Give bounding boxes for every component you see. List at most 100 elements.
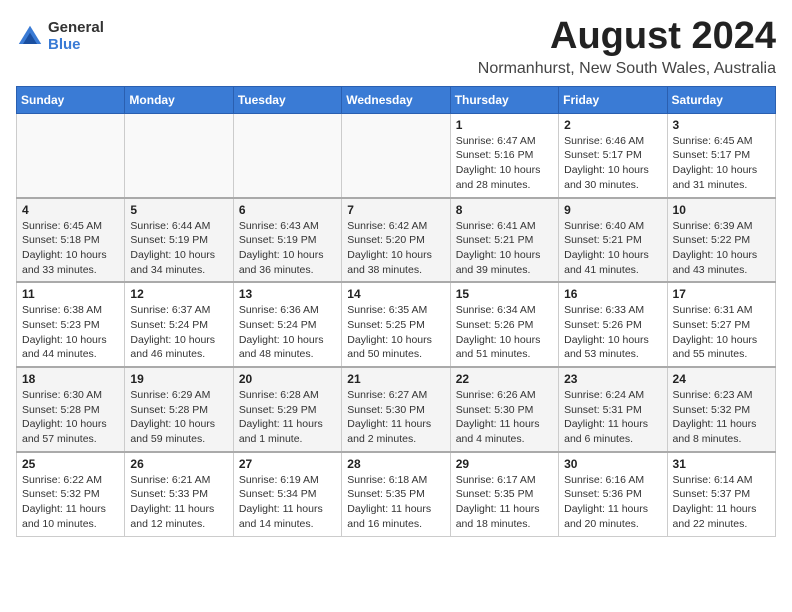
- day-number: 16: [564, 287, 661, 301]
- day-info: Sunrise: 6:16 AMSunset: 5:36 PMDaylight:…: [564, 473, 661, 532]
- day-number: 5: [130, 203, 227, 217]
- column-header-friday: Friday: [559, 86, 667, 113]
- calendar-day-cell: 1 Sunrise: 6:47 AMSunset: 5:16 PMDaylight…: [450, 113, 558, 197]
- day-number: 27: [239, 457, 336, 471]
- column-header-tuesday: Tuesday: [233, 86, 341, 113]
- day-info: Sunrise: 6:33 AMSunset: 5:26 PMDaylight:…: [564, 303, 661, 362]
- day-info: Sunrise: 6:19 AMSunset: 5:34 PMDaylight:…: [239, 473, 336, 532]
- calendar-day-cell: [233, 113, 341, 197]
- day-number: 29: [456, 457, 553, 471]
- logo: General Blue: [16, 20, 104, 53]
- logo-general-text: General: [48, 20, 104, 37]
- calendar-header-row: SundayMondayTuesdayWednesdayThursdayFrid…: [17, 86, 776, 113]
- day-number: 22: [456, 372, 553, 386]
- day-info: Sunrise: 6:18 AMSunset: 5:35 PMDaylight:…: [347, 473, 444, 532]
- day-info: Sunrise: 6:36 AMSunset: 5:24 PMDaylight:…: [239, 303, 336, 362]
- column-header-wednesday: Wednesday: [342, 86, 450, 113]
- calendar-day-cell: 17 Sunrise: 6:31 AMSunset: 5:27 PMDayligh…: [667, 282, 775, 367]
- day-number: 3: [673, 118, 770, 132]
- day-number: 6: [239, 203, 336, 217]
- column-header-monday: Monday: [125, 86, 233, 113]
- day-info: Sunrise: 6:29 AMSunset: 5:28 PMDaylight:…: [130, 388, 227, 447]
- day-number: 15: [456, 287, 553, 301]
- title-block: August 2024 Normanhurst, New South Wales…: [478, 16, 776, 78]
- day-info: Sunrise: 6:38 AMSunset: 5:23 PMDaylight:…: [22, 303, 119, 362]
- calendar-week-row: 25 Sunrise: 6:22 AMSunset: 5:32 PMDayligh…: [17, 452, 776, 536]
- day-info: Sunrise: 6:45 AMSunset: 5:17 PMDaylight:…: [673, 134, 770, 193]
- calendar-day-cell: 8Sunrise: 6:41 AMSunset: 5:21 PMDaylight…: [450, 198, 558, 283]
- calendar-day-cell: 4Sunrise: 6:45 AMSunset: 5:18 PMDaylight…: [17, 198, 125, 283]
- day-number: 7: [347, 203, 444, 217]
- day-info: Sunrise: 6:26 AMSunset: 5:30 PMDaylight:…: [456, 388, 553, 447]
- day-number: 28: [347, 457, 444, 471]
- calendar-day-cell: [342, 113, 450, 197]
- calendar-day-cell: 9Sunrise: 6:40 AMSunset: 5:21 PMDaylight…: [559, 198, 667, 283]
- day-number: 18: [22, 372, 119, 386]
- day-number: 20: [239, 372, 336, 386]
- calendar-day-cell: [125, 113, 233, 197]
- day-info: Sunrise: 6:45 AMSunset: 5:18 PMDaylight:…: [22, 219, 119, 278]
- day-number: 21: [347, 372, 444, 386]
- calendar-day-cell: 23 Sunrise: 6:24 AMSunset: 5:31 PMDayligh…: [559, 367, 667, 452]
- day-number: 26: [130, 457, 227, 471]
- day-number: 2: [564, 118, 661, 132]
- day-number: 1: [456, 118, 553, 132]
- day-info: Sunrise: 6:43 AMSunset: 5:19 PMDaylight:…: [239, 219, 336, 278]
- day-info: Sunrise: 6:44 AMSunset: 5:19 PMDaylight:…: [130, 219, 227, 278]
- calendar-day-cell: 31 Sunrise: 6:14 AMSunset: 5:37 PMDayligh…: [667, 452, 775, 536]
- calendar-day-cell: 20 Sunrise: 6:28 AMSunset: 5:29 PMDayligh…: [233, 367, 341, 452]
- logo-text: General Blue: [48, 20, 104, 53]
- day-info: Sunrise: 6:21 AMSunset: 5:33 PMDaylight:…: [130, 473, 227, 532]
- day-number: 14: [347, 287, 444, 301]
- calendar-day-cell: 11Sunrise: 6:38 AMSunset: 5:23 PMDayligh…: [17, 282, 125, 367]
- day-number: 30: [564, 457, 661, 471]
- calendar-week-row: 18 Sunrise: 6:30 AMSunset: 5:28 PMDayligh…: [17, 367, 776, 452]
- calendar-day-cell: 30 Sunrise: 6:16 AMSunset: 5:36 PMDayligh…: [559, 452, 667, 536]
- calendar-day-cell: 19Sunrise: 6:29 AMSunset: 5:28 PMDayligh…: [125, 367, 233, 452]
- calendar-day-cell: 25 Sunrise: 6:22 AMSunset: 5:32 PMDayligh…: [17, 452, 125, 536]
- day-number: 24: [673, 372, 770, 386]
- day-info: Sunrise: 6:27 AMSunset: 5:30 PMDaylight:…: [347, 388, 444, 447]
- day-number: 23: [564, 372, 661, 386]
- main-title: August 2024: [478, 16, 776, 58]
- day-info: Sunrise: 6:41 AMSunset: 5:21 PMDaylight:…: [456, 219, 553, 278]
- day-info: Sunrise: 6:22 AMSunset: 5:32 PMDaylight:…: [22, 473, 119, 532]
- day-info: Sunrise: 6:40 AMSunset: 5:21 PMDaylight:…: [564, 219, 661, 278]
- calendar-day-cell: 3 Sunrise: 6:45 AMSunset: 5:17 PMDaylight…: [667, 113, 775, 197]
- day-info: Sunrise: 6:23 AMSunset: 5:32 PMDaylight:…: [673, 388, 770, 447]
- day-info: Sunrise: 6:31 AMSunset: 5:27 PMDaylight:…: [673, 303, 770, 362]
- calendar-day-cell: 28 Sunrise: 6:18 AMSunset: 5:35 PMDayligh…: [342, 452, 450, 536]
- day-info: Sunrise: 6:28 AMSunset: 5:29 PMDaylight:…: [239, 388, 336, 447]
- page-header: General Blue August 2024 Normanhurst, Ne…: [16, 16, 776, 78]
- logo-icon: [16, 23, 44, 51]
- calendar-day-cell: 15Sunrise: 6:34 AMSunset: 5:26 PMDayligh…: [450, 282, 558, 367]
- column-header-thursday: Thursday: [450, 86, 558, 113]
- column-header-sunday: Sunday: [17, 86, 125, 113]
- day-info: Sunrise: 6:35 AMSunset: 5:25 PMDaylight:…: [347, 303, 444, 362]
- calendar-day-cell: 22 Sunrise: 6:26 AMSunset: 5:30 PMDayligh…: [450, 367, 558, 452]
- day-number: 13: [239, 287, 336, 301]
- day-number: 25: [22, 457, 119, 471]
- day-number: 10: [673, 203, 770, 217]
- day-info: Sunrise: 6:24 AMSunset: 5:31 PMDaylight:…: [564, 388, 661, 447]
- calendar-day-cell: 24 Sunrise: 6:23 AMSunset: 5:32 PMDayligh…: [667, 367, 775, 452]
- day-info: Sunrise: 6:47 AMSunset: 5:16 PMDaylight:…: [456, 134, 553, 193]
- calendar-day-cell: 26 Sunrise: 6:21 AMSunset: 5:33 PMDayligh…: [125, 452, 233, 536]
- day-number: 31: [673, 457, 770, 471]
- day-info: Sunrise: 6:39 AMSunset: 5:22 PMDaylight:…: [673, 219, 770, 278]
- day-info: Sunrise: 6:14 AMSunset: 5:37 PMDaylight:…: [673, 473, 770, 532]
- day-number: 12: [130, 287, 227, 301]
- calendar-day-cell: 14 Sunrise: 6:35 AMSunset: 5:25 PMDayligh…: [342, 282, 450, 367]
- day-info: Sunrise: 6:30 AMSunset: 5:28 PMDaylight:…: [22, 388, 119, 447]
- calendar-day-cell: [17, 113, 125, 197]
- calendar-table: SundayMondayTuesdayWednesdayThursdayFrid…: [16, 86, 776, 537]
- logo-blue-text: Blue: [48, 37, 104, 54]
- calendar-day-cell: 7Sunrise: 6:42 AMSunset: 5:20 PMDaylight…: [342, 198, 450, 283]
- calendar-day-cell: 2Sunrise: 6:46 AMSunset: 5:17 PMDaylight…: [559, 113, 667, 197]
- calendar-day-cell: 5 Sunrise: 6:44 AMSunset: 5:19 PMDaylight…: [125, 198, 233, 283]
- column-header-saturday: Saturday: [667, 86, 775, 113]
- day-number: 17: [673, 287, 770, 301]
- calendar-day-cell: 16 Sunrise: 6:33 AMSunset: 5:26 PMDayligh…: [559, 282, 667, 367]
- calendar-week-row: 11Sunrise: 6:38 AMSunset: 5:23 PMDayligh…: [17, 282, 776, 367]
- location-subtitle: Normanhurst, New South Wales, Australia: [478, 60, 776, 78]
